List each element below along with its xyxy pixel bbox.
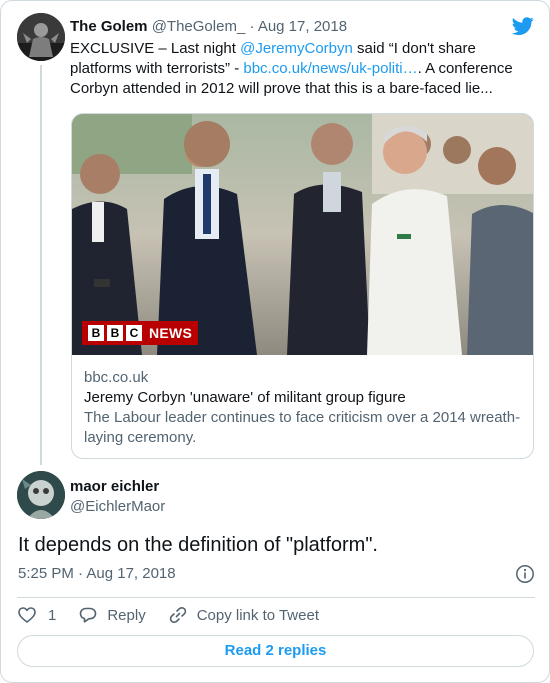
link-card-domain: bbc.co.uk [84, 369, 149, 386]
copy-link-button[interactable]: Copy link to Tweet [168, 605, 319, 625]
bbc-logo-word: NEWS [149, 325, 193, 341]
mention-link[interactable]: @JeremyCorbyn [240, 40, 353, 57]
reply-timestamp[interactable]: 5:25 PM · Aug 17, 2018 [18, 564, 176, 584]
article-photo: B B C NEWS [72, 114, 533, 355]
link-chain-icon [169, 606, 186, 624]
like-count: 1 [48, 606, 57, 624]
tweet-text-part: EXCLUSIVE – Last night [70, 40, 241, 57]
article-url-link[interactable]: bbc.co.uk/news/uk-politi… [243, 60, 417, 77]
copy-link-label: Copy link to Tweet [196, 606, 319, 624]
parent-author-name[interactable]: The Golem [70, 18, 148, 35]
link-card-text: bbc.co.uk Jeremy Corbyn 'unaware' of mil… [84, 368, 524, 448]
bbc-logo-letter: C [126, 325, 142, 341]
reply-bubble-icon [80, 607, 97, 623]
link-preview-card[interactable]: B B C NEWS bbc.co.uk Jeremy Corbyn 'unaw… [71, 113, 534, 459]
link-card-description: The Labour leader continues to face crit… [84, 409, 521, 446]
thread-connector-line [40, 65, 42, 465]
reply-tweet-text: It depends on the definition of "platfor… [18, 534, 378, 556]
tweet-actions-bar: 1 Reply Copy link to Tweet [17, 604, 319, 626]
parent-tweet-date[interactable]: Aug 17, 2018 [258, 18, 347, 35]
parent-author-handle[interactable]: @TheGolem_ [152, 18, 246, 35]
read-replies-button[interactable]: Read 2 replies [17, 635, 534, 667]
bbc-news-logo: B B C NEWS [82, 321, 199, 345]
the-golem-avatar[interactable] [17, 13, 65, 61]
bbc-logo-letter: B [88, 325, 104, 341]
maor-eichler-avatar[interactable] [17, 471, 65, 519]
parent-tweet-header: The Golem @TheGolem_ · Aug 17, 2018 [70, 18, 348, 35]
heart-icon [18, 607, 36, 623]
info-icon[interactable] [515, 564, 535, 584]
reply-label: Reply [107, 606, 146, 624]
reply-author-name[interactable]: maor eichler [70, 477, 159, 497]
reply-author-handle[interactable]: @EichlerMaor [70, 497, 165, 517]
link-card-title: Jeremy Corbyn 'unaware' of militant grou… [84, 389, 406, 406]
bbc-logo-letter: B [107, 325, 123, 341]
like-button[interactable]: 1 [17, 605, 56, 625]
parent-tweet-text: EXCLUSIVE – Last night @JeremyCorbyn sai… [70, 39, 535, 99]
embedded-tweet-card: The Golem @TheGolem_ · Aug 17, 2018 EXCL… [0, 0, 550, 683]
reply-button[interactable]: Reply [78, 605, 146, 625]
twitter-bird-icon[interactable] [511, 15, 535, 37]
actions-divider [17, 597, 535, 598]
